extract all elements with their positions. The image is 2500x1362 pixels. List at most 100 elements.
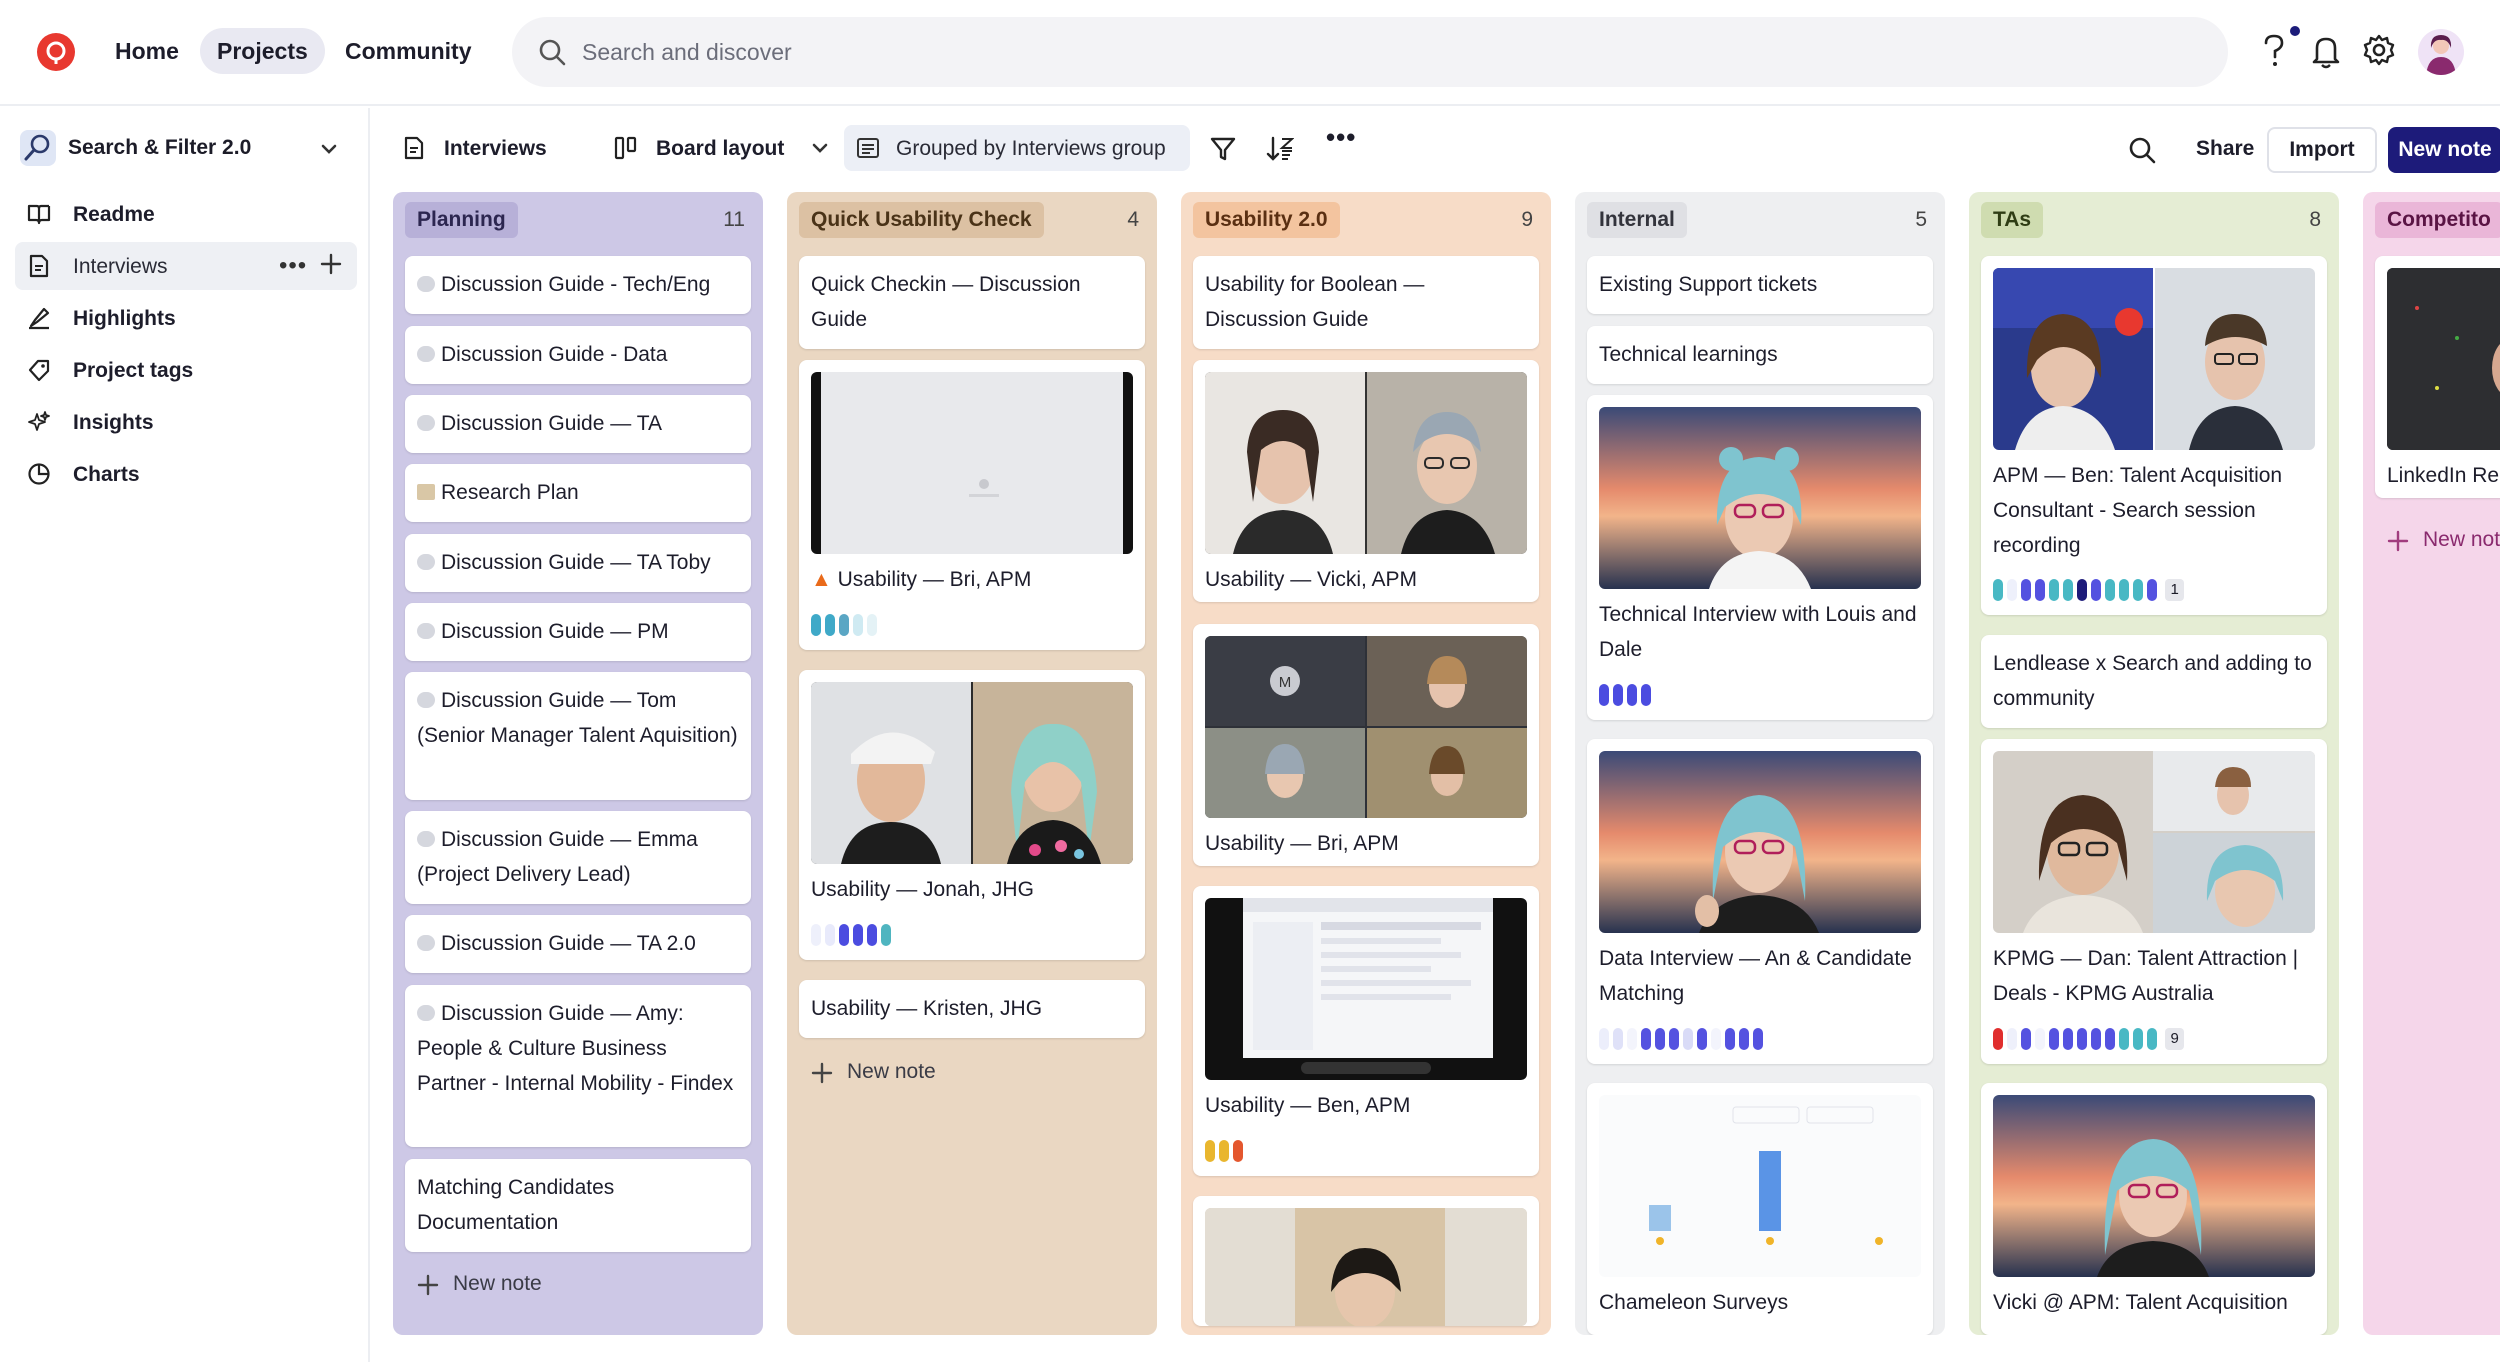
column-header[interactable]: TAs 8 [1981,202,2327,238]
sidebar-item-interviews[interactable]: Interviews ••• [15,242,357,290]
note-card[interactable]: Chameleon Surveys [1587,1083,1933,1335]
project-switcher[interactable]: Search & Filter 2.0 [20,130,350,172]
note-card[interactable]: Discussion Guide — Emma (Project Deliver… [405,811,751,904]
note-card[interactable]: Technical Interview with Louis and Dale [1587,395,1933,720]
import-button[interactable]: Import [2267,127,2377,173]
note-title: Usability — Jonah, JHG [811,878,1034,901]
note-title: Research Plan [441,481,579,504]
notepad-icon [417,484,435,500]
note-card[interactable]: Technical learnings [1587,326,1933,384]
note-title: Discussion Guide - Tech/Eng [441,273,711,296]
column-header[interactable]: Quick Usability Check 4 [799,202,1145,238]
note-card[interactable]: Quick Checkin — Discussion Guide [799,256,1145,349]
tag-strip [811,924,895,946]
tag-strip [1599,1028,1767,1050]
chart-thumbnail[interactable] [1599,1095,1921,1277]
video-thumbnail[interactable] [1205,898,1527,1080]
sidebar-item-insights[interactable]: Insights [15,398,357,446]
note-card[interactable]: Discussion Guide - Tech/Eng [405,256,751,314]
note-card[interactable]: APM — Ben: Talent Acquisition Consultant… [1981,256,2327,615]
search-icon [538,38,566,66]
video-thumbnail[interactable] [811,372,1133,554]
note-card[interactable]: Vicki @ APM: Talent Acquisition [1981,1083,2327,1335]
new-note-label: New note [453,1272,542,1295]
sidebar-item-label: Readme [73,203,155,226]
note-card[interactable]: Discussion Guide — Amy: People & Culture… [405,985,751,1147]
sidebar-item-charts[interactable]: Charts [15,450,357,498]
video-thumbnail[interactable] [1205,372,1527,554]
note-card[interactable]: Discussion Guide — Tom (Senior Manager T… [405,672,751,800]
new-note-label: New note [2423,528,2500,551]
note-card[interactable]: KPMG — Dan: Talent Attraction | Deals - … [1981,739,2327,1064]
note-card[interactable]: ▲ Usability — Bri, APM [799,360,1145,650]
search-bar[interactable] [512,17,2228,87]
gear-icon[interactable] [2362,33,2396,67]
note-card[interactable]: Usability for Boolean — Discussion Guide [1193,256,1539,349]
top-bar: Home Projects Community [0,0,2500,106]
note-card[interactable]: Data Interview — An & Candidate Matching [1587,739,1933,1064]
note-card[interactable]: Discussion Guide — PM [405,603,751,661]
note-card[interactable]: Discussion Guide — TA Toby [405,534,751,592]
note-title: Discussion Guide — Amy: People & Culture… [417,1002,734,1095]
video-thumbnail[interactable] [1993,1095,2315,1277]
video-thumbnail[interactable] [1599,751,1921,933]
sidebar-item-project-tags[interactable]: Project tags [15,346,357,394]
sidebar-item-readme[interactable]: Readme [15,190,357,238]
new-note-button[interactable]: New note [2388,127,2500,173]
sidebar-item-highlights[interactable]: Highlights [15,294,357,342]
column-header[interactable]: Usability 2.0 9 [1193,202,1539,238]
user-avatar[interactable] [2418,29,2464,75]
note-card[interactable]: Discussion Guide — TA [405,395,751,453]
search-icon[interactable] [2128,125,2158,171]
add-icon[interactable] [319,252,343,276]
column-header[interactable]: Competito [2375,202,2500,238]
note-card[interactable]: Discussion Guide - Data [405,326,751,384]
column-header[interactable]: Internal 5 [1587,202,1933,238]
video-thumbnail[interactable] [811,682,1133,864]
column-count: 9 [1521,208,1533,231]
help-icon[interactable] [2260,33,2288,69]
column-header[interactable]: Planning 11 [405,202,751,238]
filter-icon[interactable] [1210,125,1240,171]
view-selector[interactable]: Interviews [402,125,547,171]
video-thumbnail[interactable] [1599,407,1921,589]
tag-strip [811,614,881,636]
sort-icon[interactable] [1266,125,1296,171]
video-thumbnail[interactable]: M [1205,636,1527,818]
column-title: Competito [2375,202,2500,238]
note-card[interactable]: Lendlease x Search and adding to communi… [1981,635,2327,728]
note-card[interactable]: Research Plan [405,464,751,522]
column-count: 11 [723,208,745,231]
note-card[interactable]: Usability — Ben, APM [1193,886,1539,1176]
column-count: 5 [1915,208,1927,231]
note-title: Vicki @ APM: Talent Acquisition [1993,1291,2288,1314]
note-card[interactable]: Existing Support tickets [1587,256,1933,314]
video-thumbnail[interactable] [1993,268,2315,450]
highlighter-icon [27,306,51,330]
note-card[interactable]: Discussion Guide — TA 2.0 [405,915,751,973]
video-thumbnail[interactable] [1993,751,2315,933]
note-card[interactable]: Usability — Kristen, JHG [799,980,1145,1038]
nav-community[interactable]: Community [328,28,489,74]
note-card[interactable] [1193,1196,1539,1326]
note-card[interactable]: Matching Candidates Documentation [405,1159,751,1252]
more-options-icon[interactable]: ••• [1326,122,1358,168]
layout-selector[interactable]: Board layout [614,125,834,171]
video-thumbnail[interactable] [1205,1208,1527,1326]
chevron-down-icon[interactable] [318,138,340,160]
search-input[interactable] [582,31,2082,73]
note-title: Discussion Guide - Data [441,343,668,366]
note-card[interactable]: LinkedIn Re [2375,256,2500,498]
nav-home[interactable]: Home [98,28,196,74]
grouping-selector[interactable]: Grouped by Interviews group [844,125,1190,171]
nav-projects[interactable]: Projects [200,28,325,74]
more-options-icon[interactable]: ••• [279,252,307,280]
note-card[interactable]: Usability — Vicki, APM [1193,360,1539,602]
column-count: 4 [1127,208,1139,231]
bell-icon[interactable] [2311,33,2341,69]
share-button[interactable]: Share [2188,125,2258,171]
note-card[interactable]: Usability — Jonah, JHG [799,670,1145,960]
video-thumbnail[interactable] [2387,268,2500,450]
app-logo[interactable] [37,33,75,71]
note-card[interactable]: M Usability — Bri, APM [1193,624,1539,866]
